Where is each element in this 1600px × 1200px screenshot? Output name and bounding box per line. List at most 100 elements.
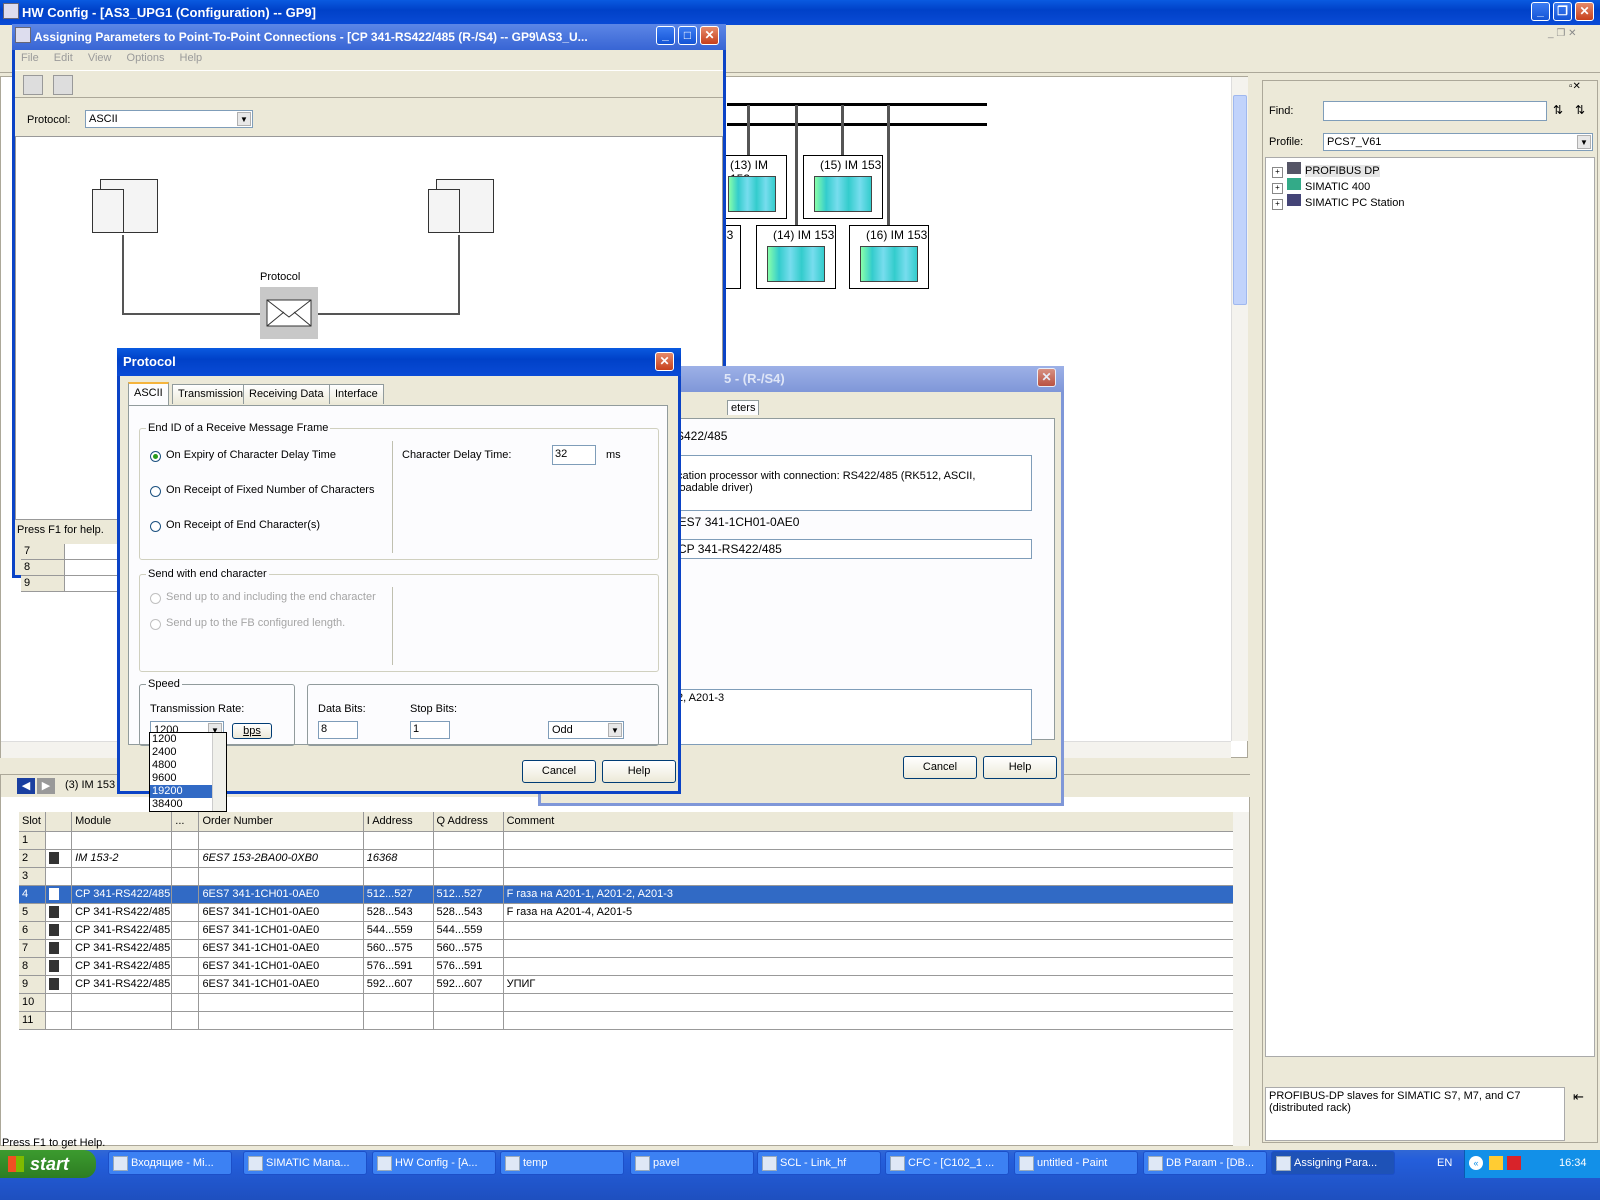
table-row[interactable]: 10 <box>19 993 1250 1012</box>
menu-file[interactable]: File <box>21 52 39 64</box>
column-header[interactable]: Q Address <box>433 812 504 832</box>
main-close-button[interactable]: ✕ <box>1575 2 1594 21</box>
table-row[interactable]: 5 CP 341-RS422/485 6ES7 341-1CH01-0AE0 528.… <box>19 903 1250 922</box>
table-row[interactable]: 6 CP 341-RS422/485 6ES7 341-1CH01-0AE0 544.… <box>19 921 1250 940</box>
column-header[interactable]: Slot <box>19 812 46 832</box>
expand-plus-icon[interactable]: + <box>1272 183 1283 194</box>
radio-end-chars[interactable] <box>150 521 161 532</box>
radio-fixed-chars[interactable] <box>150 486 161 497</box>
tab-receiving-data[interactable]: Receiving Data <box>243 384 330 404</box>
taskbar-item[interactable]: SCL - Link_hf <box>757 1151 881 1175</box>
table-row[interactable]: 4 CP 341-RS422/485 6ES7 341-1CH01-0AE0 512.… <box>19 885 1250 904</box>
tree-item-pcstation[interactable]: + SIMATIC PC Station <box>1272 194 1404 210</box>
p2p-maximize-button[interactable]: □ <box>678 26 697 45</box>
data-bits-spinner[interactable]: 8 <box>318 721 358 739</box>
tray-app-icon[interactable] <box>1489 1156 1503 1170</box>
table-row[interactable]: 8 <box>21 560 121 576</box>
properties-tab-fragment[interactable]: eters <box>727 400 760 415</box>
back-arrow-icon[interactable]: ◀ <box>17 778 35 794</box>
envelope-icon[interactable] <box>260 287 318 339</box>
menu-help[interactable]: Help <box>180 52 203 64</box>
protocol-help-button[interactable]: Help <box>602 760 676 783</box>
bps-button[interactable]: bps <box>232 723 272 739</box>
language-indicator[interactable]: EN <box>1437 1157 1452 1169</box>
rate-option[interactable]: 9600 <box>150 772 212 785</box>
start-button[interactable]: start <box>0 1150 96 1178</box>
parity-select[interactable]: Odd ▼ <box>548 721 624 739</box>
mdi-restore-icons[interactable]: _ ❐ ✕ <box>1548 28 1576 39</box>
p2p-minimize-button[interactable]: _ <box>656 26 675 45</box>
station-16[interactable]: (16) IM 153 <box>849 225 929 289</box>
char-delay-input[interactable]: 32 <box>552 445 596 465</box>
tree-item-simatic400[interactable]: + SIMATIC 400 <box>1272 178 1370 194</box>
radio-char-delay[interactable] <box>150 451 161 462</box>
table-row[interactable]: 2 IM 153-2 6ES7 153-2BA00-0XB0 16368 <box>19 849 1250 868</box>
column-header[interactable]: Order Number <box>198 812 364 832</box>
rate-option[interactable]: 2400 <box>150 746 212 759</box>
find-up-icon[interactable]: ⇅ <box>1575 103 1585 117</box>
p2p-close-button[interactable]: ✕ <box>700 26 719 45</box>
tray-chevron-icon[interactable]: « <box>1469 1156 1483 1170</box>
main-minimize-button[interactable]: _ <box>1531 2 1550 21</box>
taskbar-item[interactable]: pavel <box>630 1151 754 1175</box>
rate-option[interactable]: 19200 <box>150 785 212 798</box>
table-row[interactable]: 8 CP 341-RS422/485 6ES7 341-1CH01-0AE0 576.… <box>19 957 1250 976</box>
tree-item-profibus[interactable]: + PROFIBUS DP <box>1272 162 1380 178</box>
station-13[interactable]: (13) IM 153 <box>717 155 787 219</box>
tab-ascii[interactable]: ASCII <box>128 382 169 405</box>
name-input[interactable]: CP 341-RS422/485 <box>674 539 1032 559</box>
main-restore-button[interactable]: ❐ <box>1553 2 1572 21</box>
menu-view[interactable]: View <box>88 52 112 64</box>
station-14[interactable]: (14) IM 153 <box>756 225 836 289</box>
stop-bits-spinner[interactable]: 1 <box>410 721 450 739</box>
taskbar-item[interactable]: DB Param - [DB... <box>1143 1151 1267 1175</box>
column-header[interactable] <box>45 812 73 832</box>
find-down-icon[interactable]: ⇅ <box>1553 103 1563 117</box>
table-row[interactable]: 11 <box>19 1011 1250 1030</box>
taskbar-item[interactable]: untitled - Paint <box>1014 1151 1138 1175</box>
rate-option[interactable]: 1200 <box>150 733 212 746</box>
table-row[interactable]: 3 <box>19 867 1250 886</box>
rate-option[interactable]: 4800 <box>150 759 212 772</box>
taskbar-item[interactable]: HW Config - [A... <box>372 1151 496 1175</box>
properties-help-button[interactable]: Help <box>983 756 1057 779</box>
network-vscrollbar[interactable] <box>1231 77 1248 741</box>
menu-edit[interactable]: Edit <box>54 52 73 64</box>
station-15[interactable]: (15) IM 153 <box>803 155 883 219</box>
expand-plus-icon[interactable]: + <box>1272 167 1283 178</box>
profile-select[interactable]: PCS7_V61 ▼ <box>1323 133 1593 151</box>
table-row[interactable]: 1 <box>19 831 1250 850</box>
column-header[interactable]: Comment <box>503 812 1250 832</box>
forward-arrow-icon[interactable]: ▶ <box>37 778 55 794</box>
p2p-titlebar[interactable]: Assigning Parameters to Point-To-Point C… <box>12 24 726 50</box>
rate-option[interactable]: 38400 <box>150 798 212 811</box>
detail-vscrollbar[interactable] <box>1233 812 1249 1146</box>
protocol-select[interactable]: ASCII ▼ <box>85 110 253 128</box>
table-row[interactable]: 9 CP 341-RS422/485 6ES7 341-1CH01-0AE0 592.… <box>19 975 1250 994</box>
antivirus-icon[interactable] <box>1507 1156 1521 1170</box>
comment-box[interactable]: 2, A201-3 <box>674 689 1032 745</box>
table-row[interactable]: 7 CP 341-RS422/485 6ES7 341-1CH01-0AE0 560.… <box>19 939 1250 958</box>
catalog-close-icons[interactable]: ▫✕ <box>1569 81 1581 92</box>
tab-transmission[interactable]: Transmission <box>172 384 249 404</box>
find-input[interactable] <box>1323 101 1547 121</box>
table-row[interactable]: 9 <box>21 576 121 592</box>
properties-cancel-button[interactable]: Cancel <box>903 756 977 779</box>
taskbar-item[interactable]: temp <box>500 1151 624 1175</box>
protocol-cancel-button[interactable]: Cancel <box>522 760 596 783</box>
info-toggle-icon[interactable]: ⇤ <box>1573 1089 1584 1105</box>
vscroll-thumb[interactable] <box>1233 95 1247 305</box>
print-icon[interactable] <box>53 75 73 95</box>
column-header[interactable]: Module <box>71 812 173 832</box>
column-header[interactable]: I Address <box>363 812 434 832</box>
taskbar-item[interactable]: CFC - [C102_1 ... <box>885 1151 1009 1175</box>
menu-options[interactable]: Options <box>127 52 165 64</box>
save-icon[interactable] <box>23 75 43 95</box>
expand-plus-icon[interactable]: + <box>1272 199 1283 210</box>
tab-interface[interactable]: Interface <box>329 384 384 404</box>
main-titlebar[interactable]: HW Config - [AS3_UPG1 (Configuration) --… <box>0 0 1600 25</box>
protocol-titlebar[interactable]: Protocol ✕ <box>117 348 681 376</box>
taskbar-item[interactable]: SIMATIC Mana... <box>243 1151 367 1175</box>
taskbar-item[interactable]: Assigning Para... <box>1271 1151 1395 1175</box>
dropdown-scrollbar[interactable] <box>212 733 226 811</box>
